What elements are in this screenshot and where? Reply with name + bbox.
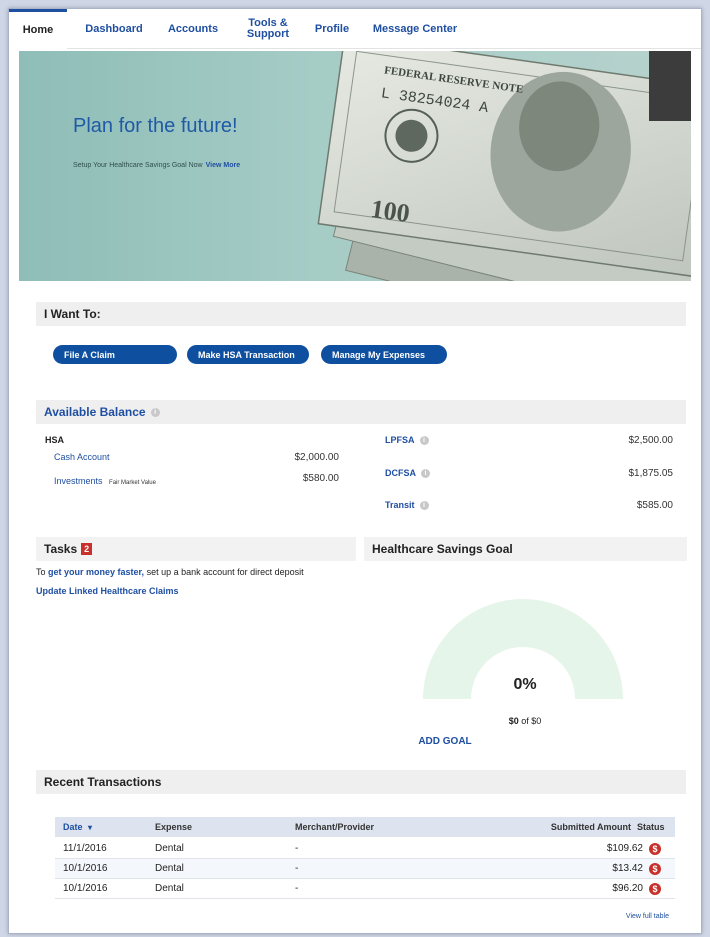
info-icon[interactable]: i — [419, 436, 429, 446]
info-icon[interactable]: i — [150, 407, 160, 417]
hsa-label: HSA — [45, 435, 65, 445]
view-full-table-link[interactable]: View full table — [589, 913, 669, 920]
lpfsa-value: $2,500.00 — [628, 435, 674, 446]
info-icon[interactable]: i — [419, 501, 429, 511]
col-expense-header: Expense — [155, 822, 193, 832]
recent-transactions-title: Recent Transactions — [44, 775, 162, 789]
row-merchant: - — [295, 883, 299, 894]
dcfsa-row[interactable]: DCFSA i — [385, 468, 430, 479]
tasks-line-post: set up a bank account for direct deposit — [146, 567, 304, 577]
tab-tools-support[interactable]: Tools & Support — [235, 9, 301, 49]
savings-goal-header: Healthcare Savings Goal — [364, 537, 687, 561]
col-date-header[interactable]: Date ▾ — [63, 817, 92, 837]
savings-goal-title: Healthcare Savings Goal — [372, 542, 513, 556]
tab-profile[interactable]: Profile — [307, 9, 357, 49]
i-want-to-title: I Want To: — [44, 307, 101, 321]
reimbursed-dollar-icon[interactable]: $ — [649, 863, 661, 875]
dcfsa-value: $1,875.05 — [628, 468, 674, 479]
status-cell: $ — [649, 879, 661, 899]
file-claim-button[interactable]: File A Claim — [53, 345, 177, 364]
table-header-row: Date ▾ Expense Merchant/Provider Submitt… — [55, 817, 675, 837]
col-status-header: Status — [637, 822, 665, 832]
row-expense: Dental — [155, 843, 184, 854]
cash-account-value: $2,000.00 — [294, 452, 340, 463]
col-merchant-header: Merchant/Provider — [295, 822, 375, 832]
investments-row: Investments Fair Market Value — [54, 476, 156, 486]
tasks-header: Tasks 2 — [36, 537, 356, 561]
transit-row[interactable]: Transit i — [385, 500, 429, 511]
lpfsa-row[interactable]: LPFSA i — [385, 435, 429, 446]
goal-amount: $0 of $0 — [485, 716, 565, 726]
status-cell: $ — [649, 839, 661, 859]
reimbursed-dollar-icon[interactable]: $ — [649, 843, 661, 855]
investments-value: $580.00 — [302, 473, 339, 484]
investments-link[interactable]: Investments — [54, 476, 103, 486]
goal-percent: 0% — [513, 676, 537, 693]
tasks-line-pre: To — [36, 567, 46, 577]
tasks-count-badge: 2 — [81, 543, 93, 555]
tab-dashboard[interactable]: Dashboard — [79, 9, 149, 49]
add-goal-button[interactable]: ADD GOAL — [405, 736, 485, 747]
available-balance-title: Available Balance — [44, 405, 146, 419]
tasks-title: Tasks — [44, 542, 78, 556]
goal-amount-rest: of $0 — [521, 716, 542, 726]
tab-accounts[interactable]: Accounts — [161, 9, 225, 49]
money-image: FEDERAL RESERVE NOTE L 38254024 A 100 — [317, 51, 691, 281]
hero-banner: FEDERAL RESERVE NOTE L 38254024 A 100 Pl… — [19, 51, 691, 281]
lpfsa-label: LPFSA — [385, 435, 415, 445]
info-icon[interactable]: i — [421, 469, 430, 479]
transit-value: $585.00 — [636, 500, 673, 511]
table-row[interactable]: 10/1/2016 Dental - $13.42 $ — [55, 859, 675, 879]
row-amount: $13.42 — [612, 863, 643, 874]
goal-amount-bold: $0 — [508, 716, 519, 726]
row-amount: $109.62 — [606, 843, 643, 854]
fair-market-value-note: Fair Market Value — [109, 480, 156, 486]
hero-subtitle: Setup Your Healthcare Savings Goal Now Vi… — [73, 162, 240, 169]
reimbursed-dollar-icon[interactable]: $ — [649, 883, 661, 895]
hero-subtitle-text: Setup Your Healthcare Savings Goal Now — [73, 162, 203, 169]
row-expense: Dental — [155, 883, 184, 894]
app-window: Home Dashboard Accounts Tools & Support … — [8, 8, 702, 934]
bill-denomination-text: 100 — [369, 194, 412, 228]
top-nav: Home Dashboard Accounts Tools & Support … — [9, 9, 701, 49]
recent-transactions-header: Recent Transactions — [36, 770, 686, 794]
dcfsa-label: DCFSA — [385, 468, 416, 478]
hero-title: Plan for the future! — [73, 115, 238, 137]
tab-message-center[interactable]: Message Center — [367, 9, 463, 49]
update-linked-claims-link[interactable]: Update Linked Healthcare Claims — [36, 586, 179, 596]
get-money-faster-link[interactable]: get your money faster, — [48, 567, 144, 577]
col-amount-header: Submitted Amount — [550, 822, 631, 832]
sort-down-icon[interactable]: ▾ — [88, 823, 92, 832]
row-amount: $96.20 — [612, 883, 643, 894]
table-row[interactable]: 10/1/2016 Dental - $96.20 $ — [55, 879, 675, 899]
view-more-link[interactable]: View More — [206, 162, 241, 169]
make-hsa-transaction-button[interactable]: Make HSA Transaction — [187, 345, 309, 364]
table-row[interactable]: 11/1/2016 Dental - $109.62 $ — [55, 839, 675, 859]
row-expense: Dental — [155, 863, 184, 874]
tab-home[interactable]: Home — [9, 9, 67, 49]
transit-label: Transit — [385, 500, 415, 510]
i-want-to-header: I Want To: — [36, 302, 686, 326]
row-date: 11/1/2016 — [63, 843, 107, 854]
cash-account-link[interactable]: Cash Account — [54, 452, 110, 462]
row-date: 10/1/2016 — [63, 863, 108, 874]
manage-expenses-button[interactable]: Manage My Expenses — [321, 345, 447, 364]
tasks-bank-line: To get your money faster, set up a bank … — [36, 567, 304, 577]
row-merchant: - — [295, 843, 299, 854]
row-date: 10/1/2016 — [63, 883, 108, 894]
status-cell: $ — [649, 859, 661, 879]
row-merchant: - — [295, 863, 299, 874]
available-balance-header: Available Balance i — [36, 400, 686, 424]
col-date-label: Date — [63, 822, 83, 832]
